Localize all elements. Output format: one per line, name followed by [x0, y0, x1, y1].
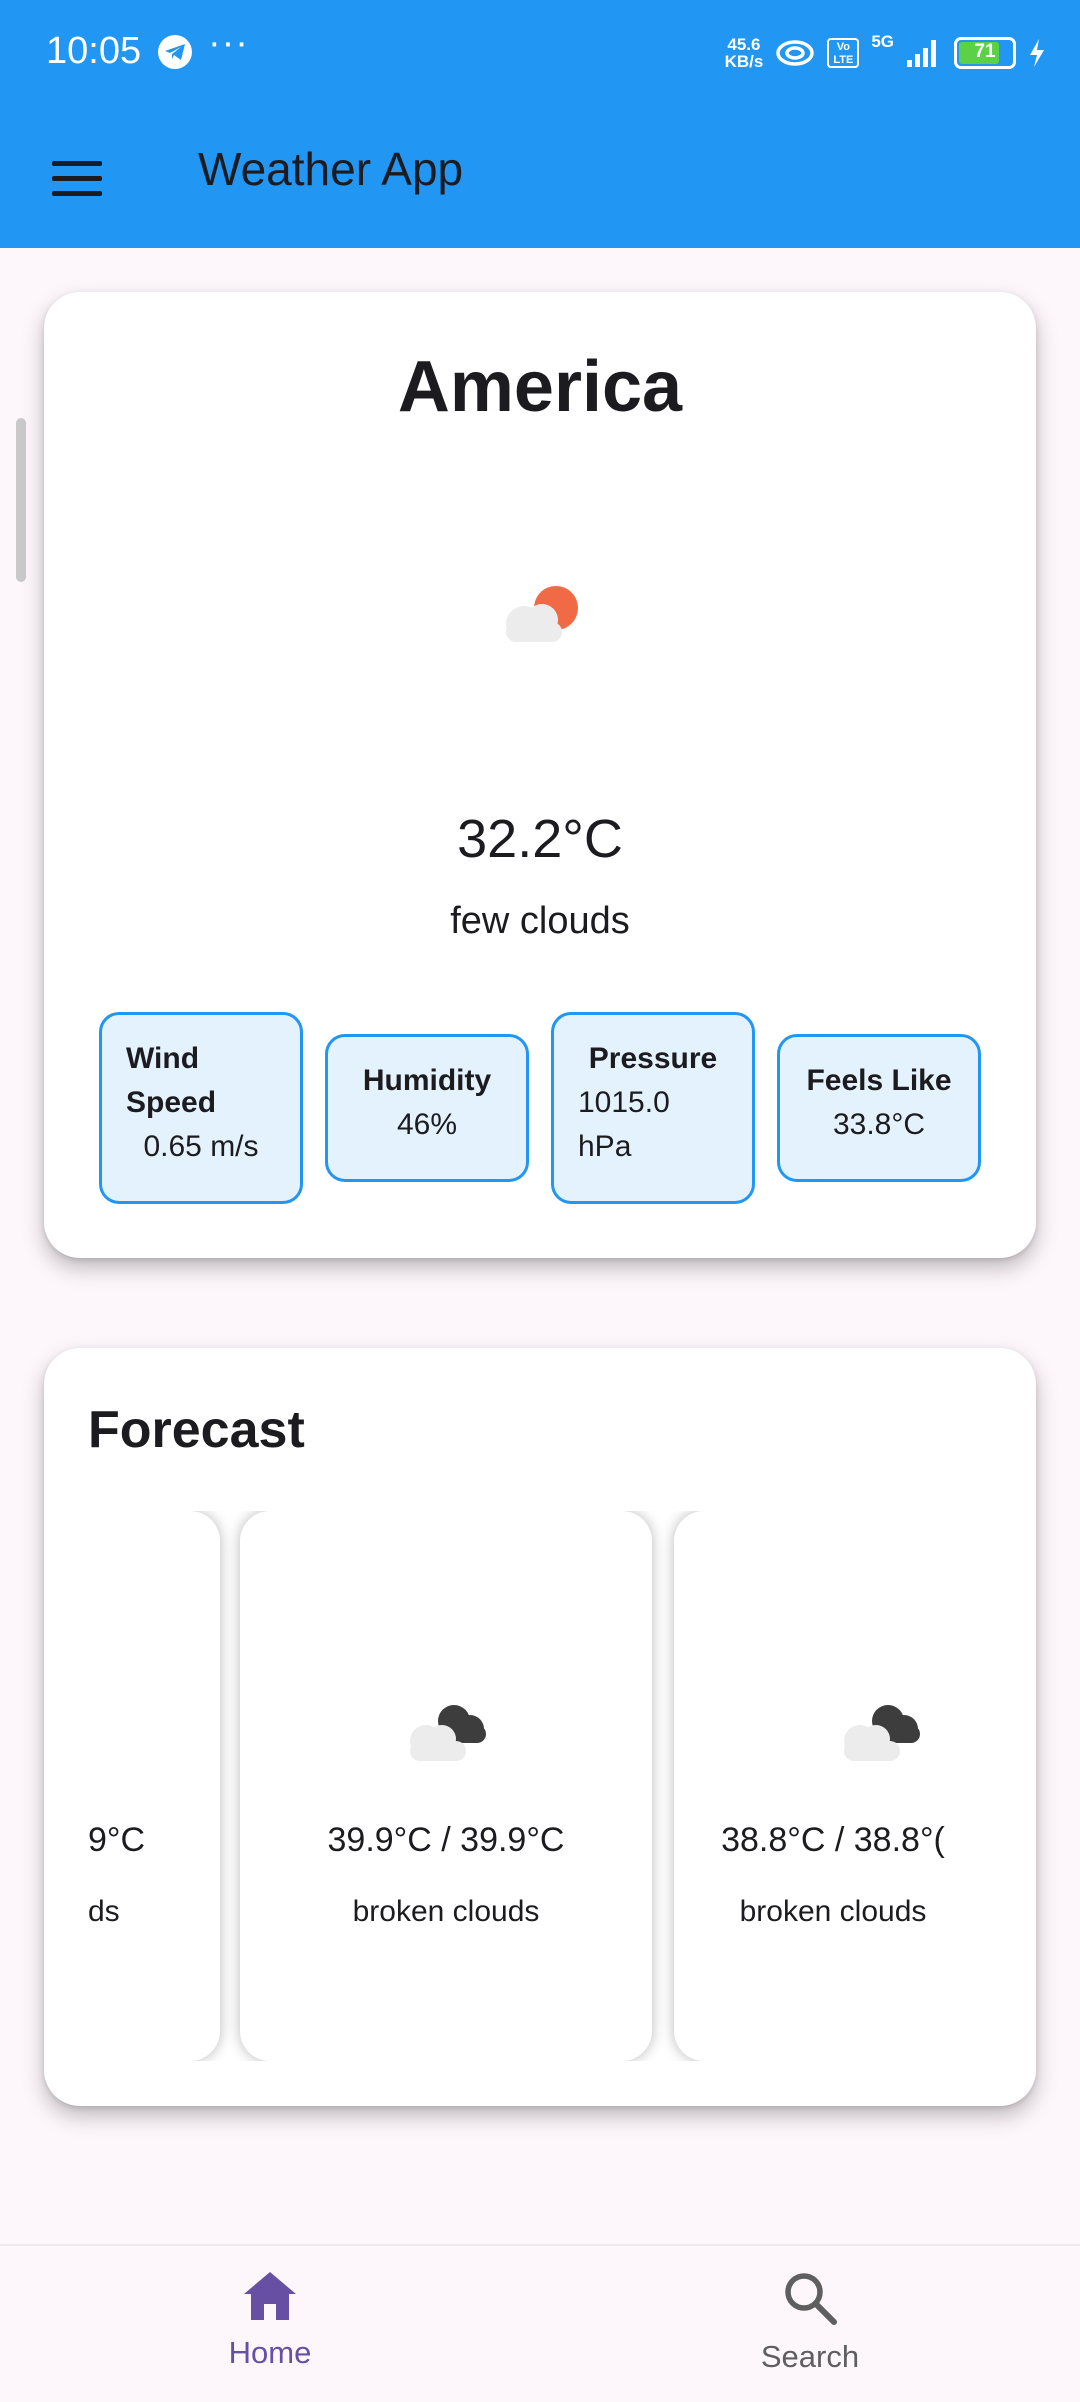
forecast-card: Forecast 9°C ds 39.9°C / 39.9°C broken c… — [44, 1348, 1036, 2106]
network-type: 5G — [871, 32, 894, 51]
status-bar: 10:05 ··· 45.6 KB/s Vo LTE 5G 71 — [0, 0, 1080, 108]
nav-search[interactable]: Search — [710, 2270, 910, 2375]
pressure-value: 1015.0 hPa — [578, 1086, 670, 1163]
status-indicators: 45.6 KB/s Vo LTE 5G 71 — [725, 30, 1046, 76]
current-weather-card: America 32.2°C few clouds Wind Speed 0.6… — [44, 292, 1036, 1258]
hamburger-menu-icon[interactable] — [38, 146, 118, 210]
battery-percentage: 71 — [974, 41, 996, 62]
forecast-temperature: 39.9°C / 39.9°C — [327, 1821, 565, 1859]
forecast-list[interactable]: 9°C ds 39.9°C / 39.9°C broken clouds 38.… — [88, 1511, 992, 2061]
pressure-box: Pressure 1015.0 hPa — [551, 1012, 755, 1204]
forecast-title: Forecast — [88, 1401, 305, 1459]
telegram-icon — [158, 35, 192, 69]
volte-icon: Vo LTE — [827, 38, 860, 68]
nav-search-label: Search — [760, 2339, 860, 2374]
search-icon — [785, 2273, 837, 2325]
wind-speed-box: Wind Speed 0.65 m/s — [99, 1012, 303, 1204]
bottom-navigation: Home Search — [0, 2244, 1080, 2402]
scrollbar-thumb[interactable] — [16, 418, 26, 582]
humidity-label: Humidity — [362, 1064, 492, 1097]
pressure-label: Pressure — [588, 1042, 718, 1075]
status-time: 10:05 — [46, 30, 142, 72]
few-clouds-icon — [506, 586, 578, 642]
broken-clouds-icon — [844, 1705, 920, 1761]
current-temperature: 32.2°C — [457, 809, 623, 869]
forecast-item[interactable]: 38.8°C / 38.8°( broken clouds — [674, 1511, 992, 2061]
network-speed-unit: KB/s — [724, 52, 764, 71]
battery-icon: 71 — [954, 37, 1016, 69]
home-icon — [244, 2272, 296, 2320]
forecast-temperature: 9°C — [88, 1821, 146, 1859]
city-name: America — [397, 347, 683, 427]
wind-speed-value: 0.65 m/s — [143, 1130, 259, 1163]
forecast-description: ds — [88, 1895, 120, 1928]
wind-speed-label: Wind Speed — [126, 1042, 217, 1119]
network-speed-value: 45.6 — [727, 35, 761, 54]
charging-icon — [1030, 39, 1044, 67]
signal-icon — [907, 40, 936, 67]
app-title: Weather App — [198, 143, 464, 195]
feels-like-value: 33.8°C — [832, 1108, 926, 1141]
forecast-item[interactable]: 9°C ds — [88, 1511, 220, 2061]
forecast-item[interactable]: 39.9°C / 39.9°C broken clouds — [240, 1511, 652, 2061]
nav-home[interactable]: Home — [170, 2270, 370, 2371]
more-notifications-icon: ··· — [208, 22, 249, 64]
humidity-box: Humidity 46% — [325, 1034, 529, 1182]
hotspot-icon — [776, 40, 815, 66]
app-bar: Weather App — [0, 108, 1080, 248]
forecast-temperature: 38.8°C / 38.8°( — [721, 1821, 945, 1859]
current-description: few clouds — [450, 900, 630, 942]
network-speed: 45.6 KB/s — [725, 36, 764, 70]
forecast-description: broken clouds — [352, 1895, 540, 1928]
feels-like-box: Feels Like 33.8°C — [777, 1034, 981, 1182]
broken-clouds-icon — [410, 1705, 486, 1761]
forecast-description: broken clouds — [739, 1895, 927, 1928]
nav-home-label: Home — [228, 2335, 312, 2370]
humidity-value: 46% — [396, 1108, 458, 1141]
feels-like-label: Feels Like — [806, 1064, 952, 1097]
